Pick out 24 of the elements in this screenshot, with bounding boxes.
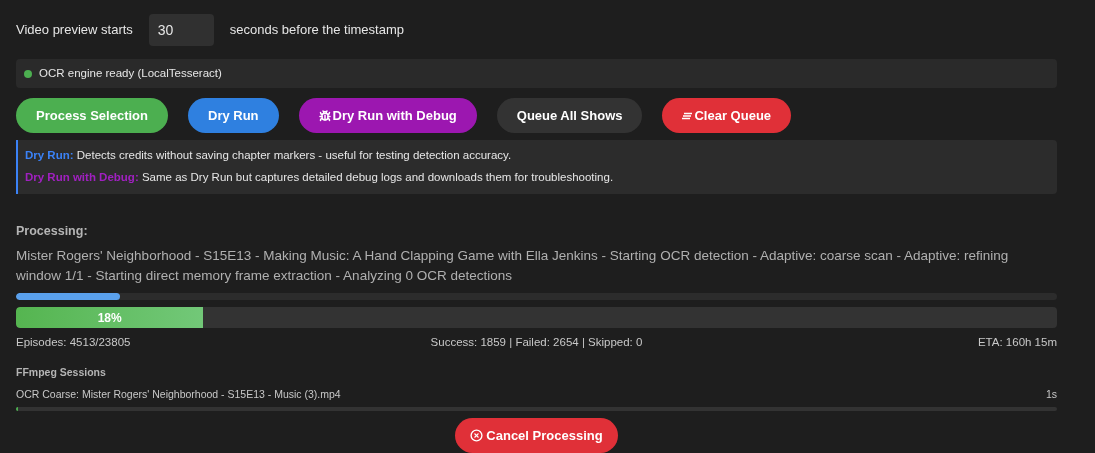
info-text: Dry Run: Detects credits without saving chapter markers - useful for testing detection accuracy.: [25, 148, 513, 163]
action-button[interactable]: Queue All Shows: [496, 98, 643, 133]
seconds-field[interactable]: 30: [148, 14, 214, 46]
action-button[interactable]: Process Selection: [16, 98, 168, 133]
eta-text: ETA: 160h 15m: [976, 335, 1057, 351]
action-button[interactable]: Dry Run with Debug: [298, 98, 477, 133]
episodes-count: Episodes: 4513/23805: [16, 335, 132, 351]
processing-heading: Processing:: [16, 222, 89, 240]
status-text: OCR engine ready (LocalTesseract): [39, 65, 222, 81]
bug-icon: [318, 109, 331, 122]
session-time: 1s: [1045, 387, 1057, 403]
ffmpeg-heading: FFmpeg Sessions: [16, 364, 107, 380]
results-summary: Success: 1859 | Failed: 2654 | Skipped: 0: [430, 335, 643, 351]
info-text: Dry Run with Debug: Same as Dry Run but captures detailed debug logs and downloads them for troubleshooting.: [25, 170, 615, 186]
cancel-button[interactable]: Cancel Processing: [455, 418, 618, 453]
processing-description: Mister Rogers' Neighborhood - S15E13 - Making Music: A Hand Clapping Game with Ella Jenkins - Starting OCR detection - Adaptive: coarse scan - Adaptive: refining window 1/1 - Starting direct memory frame extraction - Analyzing 0 OCR detections: [16, 247, 1010, 286]
preview-label: Video preview starts: [16, 21, 133, 40]
session-name: OCR Coarse: Mister Rogers' Neighborhood - S15E13 - Music (3).mp4: [16, 387, 341, 403]
cancel-icon: [470, 429, 484, 442]
overall-progress-fill: 18%: [16, 307, 204, 329]
preview-suffix: seconds before the timestamp: [229, 21, 404, 40]
action-button[interactable]: Dry Run: [188, 98, 279, 133]
action-button[interactable]: Clear Queue: [662, 98, 792, 133]
lines-icon: [682, 111, 693, 120]
